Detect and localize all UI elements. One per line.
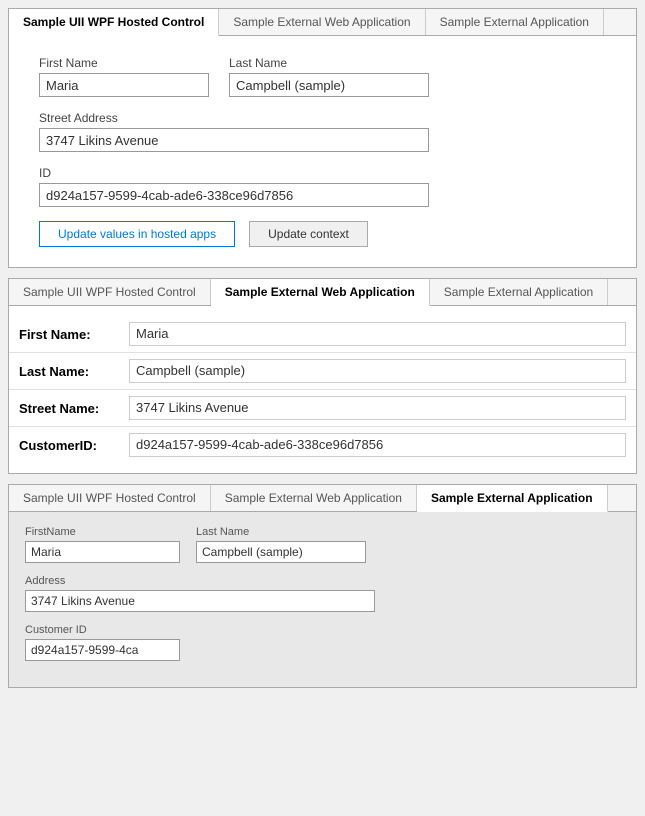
- panel2-value-street: 3747 Likins Avenue: [129, 396, 626, 420]
- panel1-first-name-group: First Name: [39, 56, 209, 97]
- panel2-label-customerid: CustomerID:: [19, 438, 129, 453]
- panel2-value-firstname: Maria: [129, 322, 626, 346]
- panel1-name-row: First Name Last Name: [39, 56, 606, 97]
- update-hosted-button[interactable]: Update values in hosted apps: [39, 221, 235, 247]
- panel3-address-input[interactable]: [25, 590, 375, 612]
- panel3-lastname-input[interactable]: [196, 541, 366, 563]
- panel2-tab-bar: Sample UII WPF Hosted Control Sample Ext…: [9, 279, 636, 306]
- panel2-tab-wpf[interactable]: Sample UII WPF Hosted Control: [9, 279, 211, 305]
- panel3-tab-external[interactable]: Sample External Application: [417, 485, 608, 512]
- panel1-id-input[interactable]: [39, 183, 429, 207]
- panel1-tab-wpf[interactable]: Sample UII WPF Hosted Control: [9, 9, 219, 36]
- panel3-firstname-input[interactable]: [25, 541, 180, 563]
- panel2-value-lastname: Campbell (sample): [129, 359, 626, 383]
- panel2-row-street: Street Name: 3747 Likins Avenue: [9, 390, 636, 427]
- panel-2: Sample UII WPF Hosted Control Sample Ext…: [8, 278, 637, 474]
- panel3-lastname-label: Last Name: [196, 526, 366, 538]
- panel3-firstname-label: FirstName: [25, 526, 180, 538]
- panel3-customerid-group: Customer ID: [25, 624, 180, 661]
- panel1-tab-bar: Sample UII WPF Hosted Control Sample Ext…: [9, 9, 636, 36]
- panel3-customerid-row: Customer ID: [25, 624, 620, 661]
- panel-1: Sample UII WPF Hosted Control Sample Ext…: [8, 8, 637, 268]
- panel1-tab-web[interactable]: Sample External Web Application: [219, 9, 425, 35]
- panel1-last-name-group: Last Name: [229, 56, 429, 97]
- panel1-tab-external[interactable]: Sample External Application: [426, 9, 604, 35]
- panel3-tab-wpf[interactable]: Sample UII WPF Hosted Control: [9, 485, 211, 511]
- panel3-lastname-group: Last Name: [196, 526, 366, 563]
- panel3-tab-bar: Sample UII WPF Hosted Control Sample Ext…: [9, 485, 636, 512]
- panel1-last-name-label: Last Name: [229, 56, 429, 70]
- panel3-customerid-input[interactable]: [25, 639, 180, 661]
- panel2-row-firstname: First Name: Maria: [9, 316, 636, 353]
- panel1-button-row: Update values in hosted apps Update cont…: [39, 221, 606, 247]
- panel-3: Sample UII WPF Hosted Control Sample Ext…: [8, 484, 637, 688]
- panel2-tab-web[interactable]: Sample External Web Application: [211, 279, 430, 306]
- panel3-firstname-group: FirstName: [25, 526, 180, 563]
- update-context-button[interactable]: Update context: [249, 221, 368, 247]
- panel3-address-row: Address: [25, 575, 620, 612]
- panel1-first-name-label: First Name: [39, 56, 209, 70]
- panel2-tab-external[interactable]: Sample External Application: [430, 279, 608, 305]
- panel3-tab-web[interactable]: Sample External Web Application: [211, 485, 417, 511]
- panel2-label-street: Street Name:: [19, 401, 129, 416]
- panel3-content: FirstName Last Name Address Customer ID: [9, 512, 636, 687]
- panel2-row-customerid: CustomerID: d924a157-9599-4cab-ade6-338c…: [9, 427, 636, 463]
- panel2-value-customerid: d924a157-9599-4cab-ade6-338ce96d7856: [129, 433, 626, 457]
- panel1-id-label: ID: [39, 166, 429, 180]
- panel1-id-group: ID: [39, 166, 429, 207]
- panel3-customerid-label: Customer ID: [25, 624, 180, 636]
- panel1-id-row: ID: [39, 166, 606, 207]
- panel1-street-input[interactable]: [39, 128, 429, 152]
- panel3-address-label: Address: [25, 575, 375, 587]
- panel1-street-row: Street Address: [39, 111, 606, 152]
- panel2-label-lastname: Last Name:: [19, 364, 129, 379]
- panel1-street-group: Street Address: [39, 111, 429, 152]
- panel1-first-name-input[interactable]: [39, 73, 209, 97]
- panel2-label-firstname: First Name:: [19, 327, 129, 342]
- panel1-last-name-input[interactable]: [229, 73, 429, 97]
- panel1-street-label: Street Address: [39, 111, 429, 125]
- panel2-row-lastname: Last Name: Campbell (sample): [9, 353, 636, 390]
- panel1-content: First Name Last Name Street Address ID U…: [9, 36, 636, 267]
- panel3-address-group: Address: [25, 575, 375, 612]
- panel3-name-row: FirstName Last Name: [25, 526, 620, 563]
- panel2-data-table: First Name: Maria Last Name: Campbell (s…: [9, 306, 636, 473]
